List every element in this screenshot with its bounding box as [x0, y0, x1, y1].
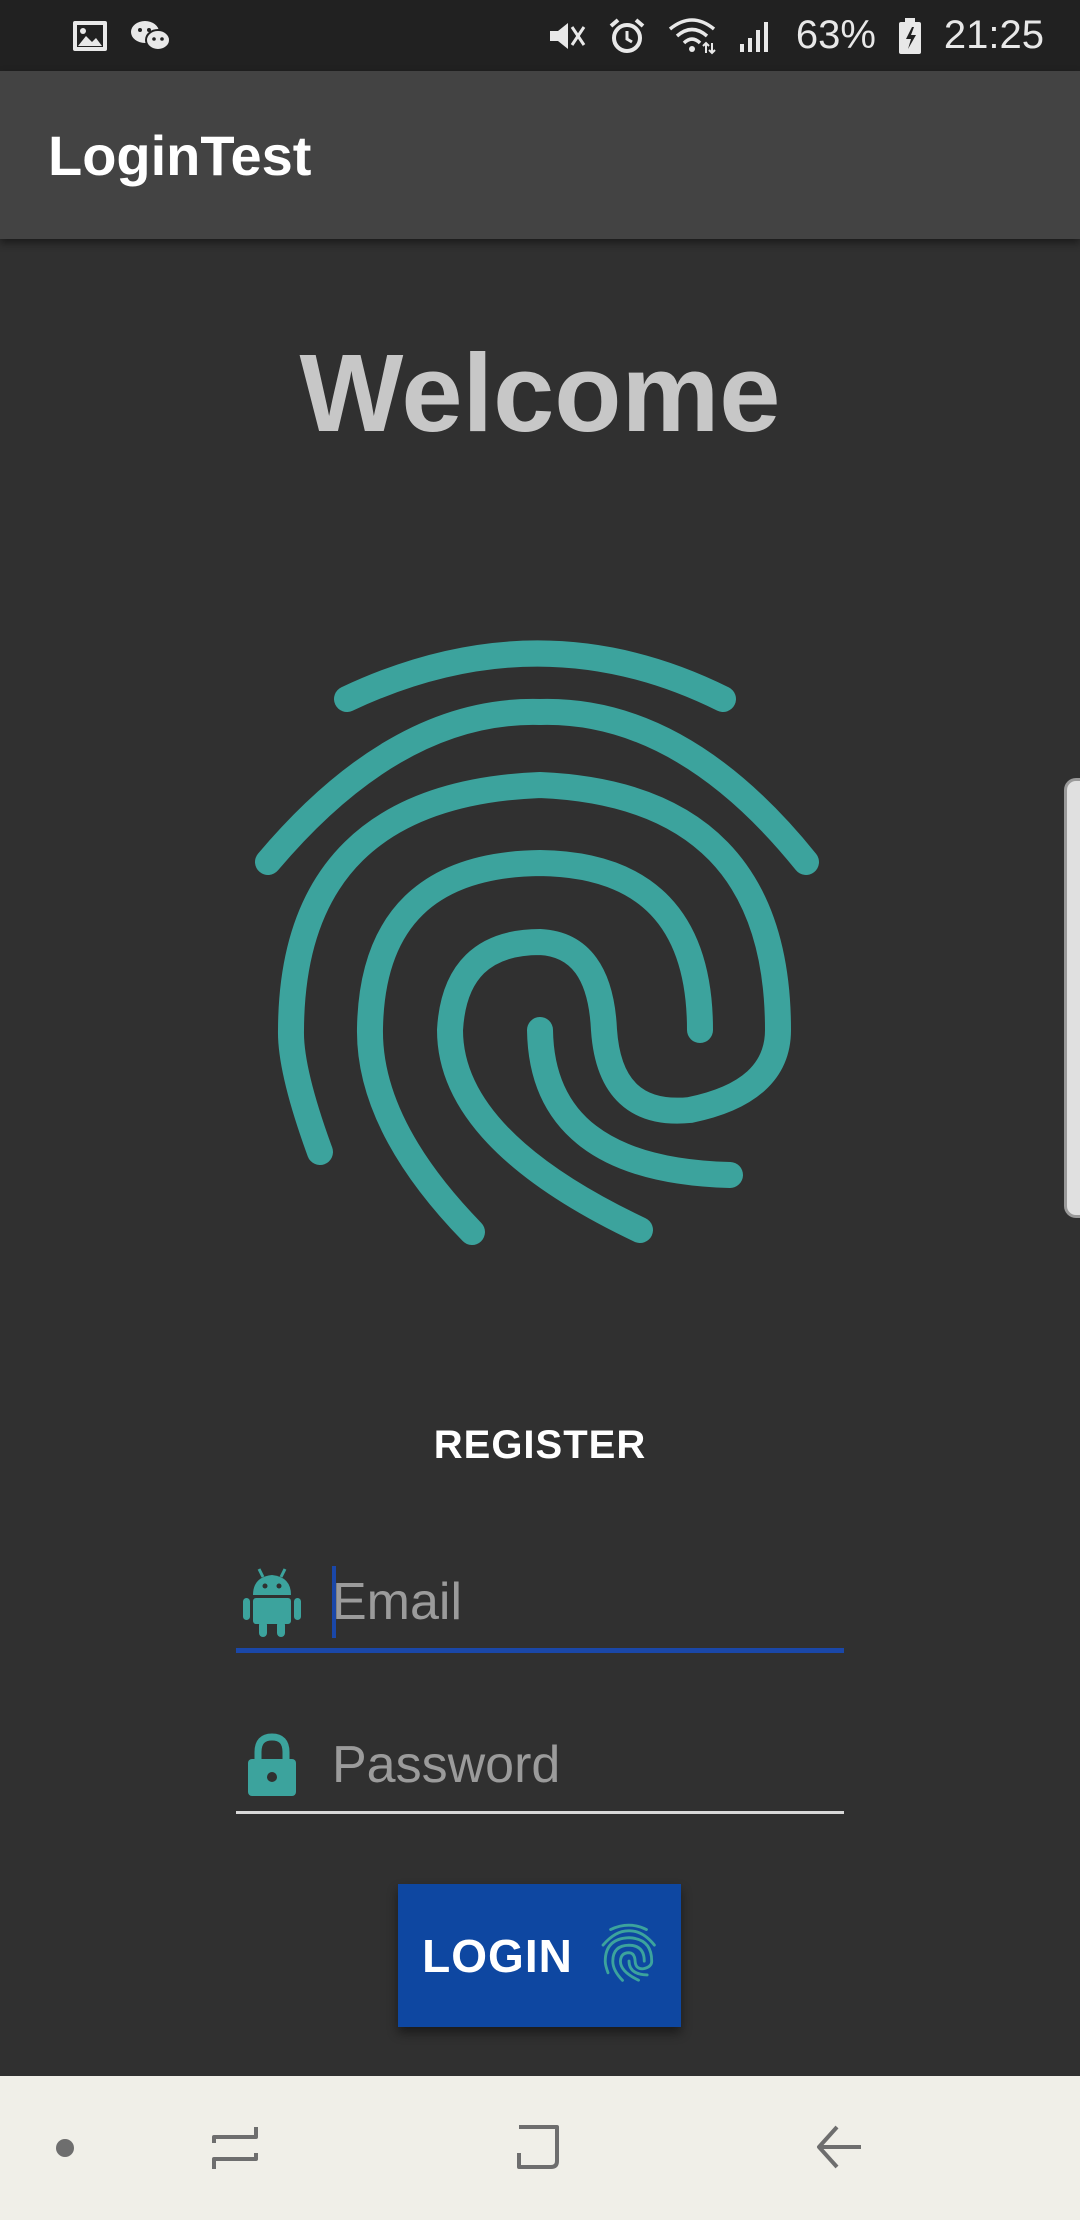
fingerprint-icon: [601, 1922, 657, 1989]
status-bar: 63% 21:25: [0, 0, 1080, 71]
alarm-icon: [608, 17, 646, 55]
edge-panel-handle[interactable]: [1064, 778, 1080, 1218]
signal-icon: [738, 18, 774, 54]
android-icon: [240, 1564, 304, 1640]
home-icon[interactable]: [488, 2076, 588, 2220]
login-button[interactable]: LOGIN: [398, 1884, 681, 2027]
fingerprint-icon: [250, 620, 830, 1270]
battery-percent: 63%: [795, 13, 876, 57]
wifi-icon: [668, 17, 716, 55]
recent-apps-icon[interactable]: [185, 2076, 285, 2220]
image-icon: [72, 20, 108, 52]
login-label: LOGIN: [422, 1929, 573, 1982]
password-input[interactable]: [332, 1727, 844, 1803]
vibrate-mute-icon: [546, 17, 586, 55]
email-input[interactable]: [332, 1564, 844, 1640]
wechat-icon: [130, 19, 172, 53]
back-icon[interactable]: [790, 2076, 890, 2220]
lock-icon: [240, 1727, 304, 1803]
app-title: LoginTest: [48, 123, 312, 187]
register-button[interactable]: REGISTER: [390, 1400, 690, 1490]
status-right-icons: 63% 21:25: [546, 13, 1044, 58]
welcome-heading: Welcome: [299, 332, 781, 455]
app-bar: LoginTest: [0, 71, 1080, 239]
battery-charging-icon: [898, 17, 922, 55]
clock: 21:25: [943, 13, 1044, 57]
password-field[interactable]: [236, 1714, 844, 1814]
dot-icon[interactable]: [30, 2076, 100, 2220]
email-field[interactable]: [236, 1553, 844, 1653]
status-left-icons: [72, 19, 172, 53]
navigation-bar: [0, 2076, 1080, 2220]
